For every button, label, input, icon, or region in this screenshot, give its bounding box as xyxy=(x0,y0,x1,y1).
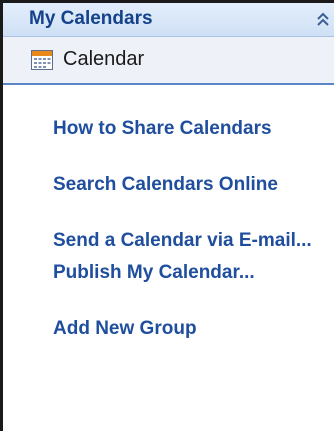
search-calendars-online-link[interactable]: Search Calendars Online xyxy=(53,174,278,196)
how-to-share-calendars-link[interactable]: How to Share Calendars xyxy=(53,118,272,140)
send-calendar-via-email-link[interactable]: Send a Calendar via E-mail... xyxy=(53,230,312,252)
calendar-list-item[interactable]: Calendar xyxy=(3,37,334,85)
my-calendars-pane: My Calendars Calendar How to Share Calen… xyxy=(0,0,334,431)
double-chevron-up-icon[interactable] xyxy=(314,10,332,30)
my-calendars-title: My Calendars xyxy=(29,8,153,29)
my-calendars-header[interactable]: My Calendars xyxy=(3,3,334,37)
calendar-label: Calendar xyxy=(63,48,145,70)
publish-my-calendar-link[interactable]: Publish My Calendar... xyxy=(53,262,255,284)
calendar-icon xyxy=(31,50,53,70)
add-new-group-link[interactable]: Add New Group xyxy=(53,318,197,340)
